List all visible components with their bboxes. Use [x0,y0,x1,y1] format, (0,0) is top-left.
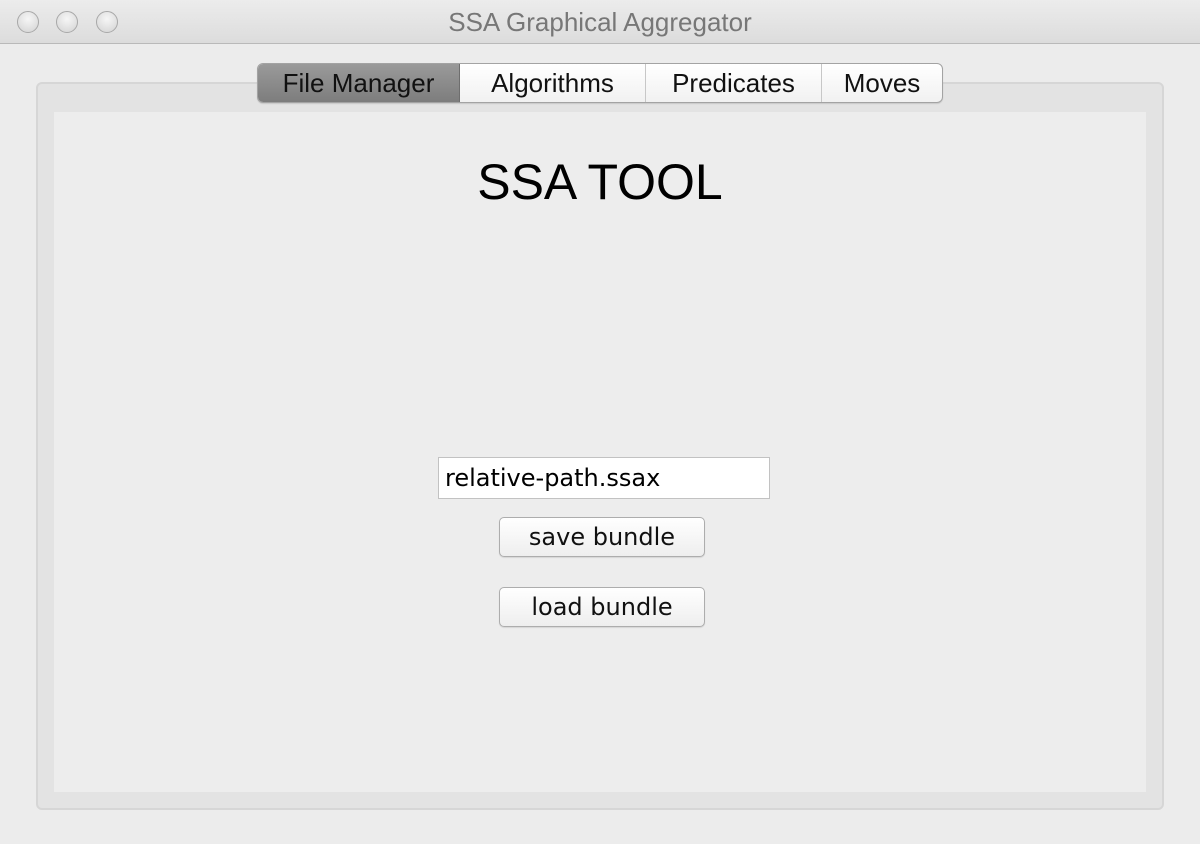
tab-bar: File Manager Algorithms Predicates Moves [257,63,943,103]
window-title: SSA Graphical Aggregator [448,7,752,37]
save-bundle-button[interactable]: save bundle [499,517,705,557]
tab-file-manager[interactable]: File Manager [258,64,460,102]
tab-moves[interactable]: Moves [822,64,942,102]
file-manager-panel [54,112,1146,792]
page-title: SSA TOOL [477,154,723,210]
load-bundle-button[interactable]: load bundle [499,587,705,627]
tab-algorithms[interactable]: Algorithms [460,64,646,102]
title-bar[interactable]: SSA Graphical Aggregator [0,0,1200,44]
app-window: SSA Graphical Aggregator File Manager Al… [0,0,1200,844]
bundle-path-input[interactable] [438,457,770,499]
tab-predicates[interactable]: Predicates [646,64,822,102]
